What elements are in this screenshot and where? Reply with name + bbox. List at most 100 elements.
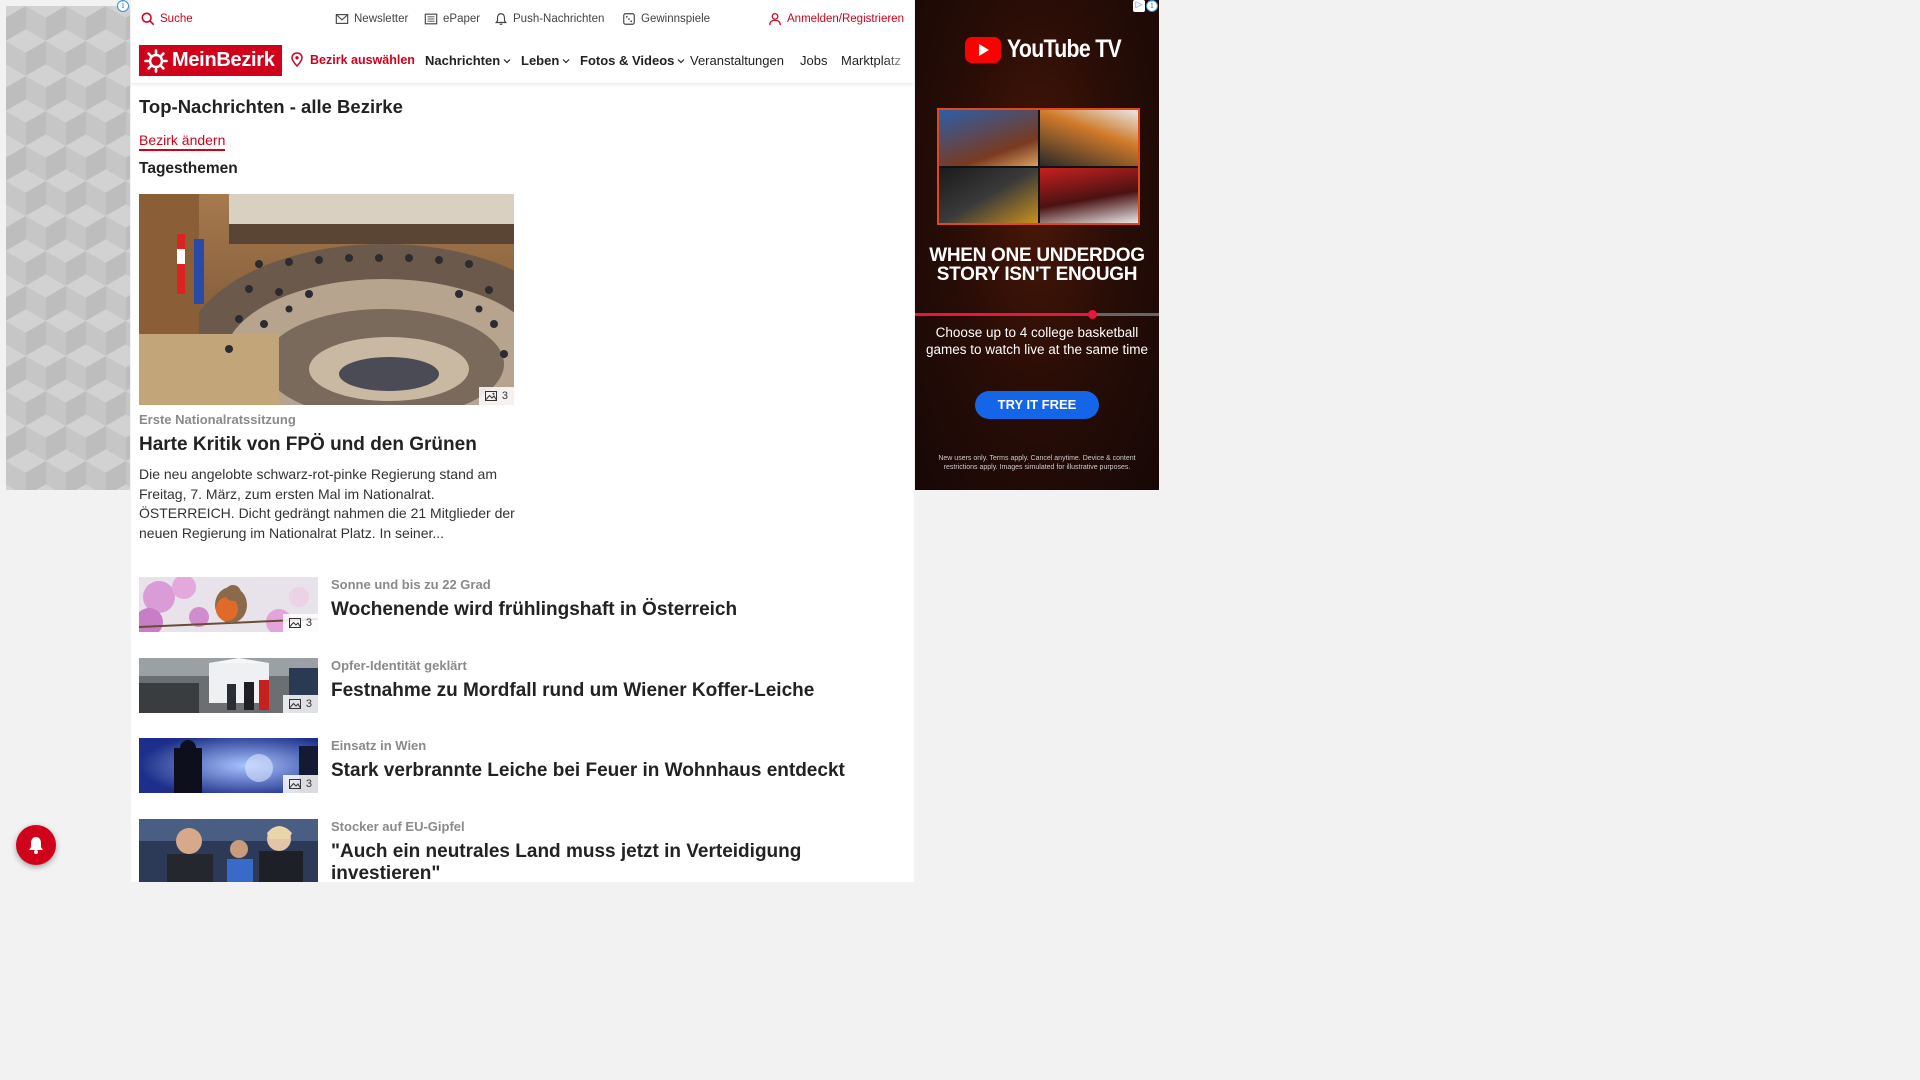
gallery-icon (288, 699, 301, 709)
image-count: 3 (305, 778, 312, 790)
logo-text: MeinBezirk (172, 49, 275, 71)
ad-fine-print: New users only. Terms apply. Cancel anyt… (938, 455, 1136, 471)
ad-game-image (939, 110, 1038, 166)
gewinnspiele-link[interactable]: Gewinnspiele (622, 12, 710, 26)
hero-kicker: Erste Nationalratssitzung (139, 412, 296, 427)
adchoices-icon[interactable]: ▷ (1133, 0, 1145, 12)
nav-veranstaltungen-label: Veranstaltungen (690, 53, 784, 68)
chevron-down-icon (503, 58, 511, 63)
nav-overflow-fade (884, 38, 914, 83)
article-headline[interactable]: Festnahme zu Mordfall rund um Wiener Kof… (331, 680, 814, 702)
ad-basketball-grid (937, 108, 1140, 225)
hero-article-image[interactable]: 3 (139, 194, 514, 405)
article-row[interactable]: 3 Sonne und bis zu 22 Grad Wochenende wi… (139, 577, 899, 633)
article-row[interactable]: 3 Opfer-Identität geklärt Festnahme zu M… (139, 658, 899, 714)
article-row[interactable]: Stocker auf EU-Gipfel "Auch ein neutrale… (139, 819, 899, 885)
page-title: Top-Nachrichten - alle Bezirke (139, 96, 403, 117)
logo-sun-icon (144, 48, 168, 73)
search-icon (141, 12, 155, 26)
try-it-free-button[interactable]: TRY IT FREE (975, 391, 1099, 419)
article-headline[interactable]: "Auch ein neutrales Land muss jetzt in V… (331, 841, 851, 885)
article-row[interactable]: 3 Einsatz in Wien Stark verbrannte Leich… (139, 738, 899, 794)
ad-progress-bar (915, 310, 1159, 319)
article-thumbnail: 3 (139, 658, 318, 713)
youtube-tv-logo: YouTube TV (965, 35, 1141, 64)
parliament-photo (139, 194, 514, 405)
newspaper-icon (424, 13, 438, 25)
dice-icon (623, 13, 635, 25)
image-count-badge: 3 (478, 387, 514, 405)
search-link[interactable]: Suche (141, 12, 193, 26)
youtube-tv-ad[interactable]: YouTube TV WHEN ONE UNDERDOG STORY ISN'T… (915, 0, 1159, 490)
chevron-down-icon (677, 58, 685, 63)
epaper-link[interactable]: ePaper (424, 12, 480, 26)
newsletter-link[interactable]: Newsletter (335, 12, 408, 26)
image-count: 3 (305, 617, 312, 629)
nav-veranstaltungen[interactable]: Veranstaltungen (690, 53, 784, 68)
gewinnspiele-label: Gewinnspiele (641, 13, 711, 25)
ad-progress-knob (1088, 310, 1097, 319)
ad-game-image (1039, 167, 1138, 223)
article-kicker: Opfer-Identität geklärt (331, 658, 467, 673)
newsletter-label: Newsletter (354, 13, 409, 25)
ad-info-icon[interactable]: i (117, 0, 129, 12)
image-count-badge: 3 (282, 775, 318, 793)
ad-progress-fill (915, 313, 1094, 316)
article-kicker: Stocker auf EU-Gipfel (331, 819, 465, 834)
top-utility-bar: Suche Newsletter ePaper Push-Nachrichten… (131, 0, 914, 38)
epaper-label: ePaper (443, 13, 481, 25)
eu-summit-photo (139, 819, 318, 882)
section-title: Tagesthemen (139, 160, 238, 177)
user-icon (769, 12, 781, 26)
nav-fotos-videos-label: Fotos & Videos (580, 53, 675, 68)
login-link[interactable]: Anmelden/Registrieren (768, 12, 904, 26)
select-district-button[interactable]: Bezirk auswählen (291, 52, 415, 67)
article-kicker: Sonne und bis zu 22 Grad (331, 577, 491, 592)
select-district-label: Bezirk auswählen (310, 52, 415, 67)
hero-teaser: Die neu angelobte schwarz-rot-pinke Regi… (139, 466, 515, 541)
nav-jobs-label: Jobs (800, 53, 828, 68)
push-label: Push-Nachrichten (513, 13, 605, 25)
hero-headline[interactable]: Harte Kritik von FPÖ und den Grünen (139, 434, 477, 456)
main-content: Suche Newsletter ePaper Push-Nachrichten… (131, 0, 914, 885)
ad-info-icon[interactable]: i (1146, 0, 1158, 12)
push-link[interactable]: Push-Nachrichten (494, 12, 604, 26)
search-label: Suche (160, 13, 193, 25)
article-thumbnail: 3 (139, 738, 318, 793)
nav-nachrichten-label: Nachrichten (425, 53, 501, 68)
nav-nachrichten[interactable]: Nachrichten (425, 53, 511, 68)
nav-jobs[interactable]: Jobs (800, 53, 827, 68)
ad-headline: WHEN ONE UNDERDOG STORY ISN'T ENOUGH (929, 245, 1145, 285)
image-count-badge: 3 (282, 614, 318, 632)
play-icon (965, 36, 1001, 63)
ad-game-image (1039, 110, 1138, 166)
push-notification-button[interactable] (16, 825, 56, 865)
chevron-down-icon (562, 58, 570, 63)
article-kicker: Einsatz in Wien (331, 738, 427, 753)
gallery-icon (288, 618, 301, 628)
ad-body: Choose up to 4 college basketball games … (925, 325, 1149, 357)
image-count-badge: 3 (282, 695, 318, 713)
mail-icon (335, 14, 349, 24)
article-headline[interactable]: Stark verbrannte Leiche bei Feuer in Woh… (331, 760, 845, 782)
ad-brand: YouTube TV (1007, 35, 1122, 63)
nav-fotos-videos[interactable]: Fotos & Videos (580, 53, 685, 68)
image-count: 3 (305, 698, 312, 710)
ad-game-image (939, 167, 1038, 223)
bell-icon (495, 13, 507, 25)
login-label: Anmelden/Registrieren (787, 13, 904, 25)
main-navigation: MeinBezirk Bezirk auswählen Nachrichten … (131, 38, 914, 83)
gallery-icon (288, 779, 301, 789)
change-district-link[interactable]: Bezirk ändern (139, 132, 226, 151)
nav-leben-label: Leben (521, 53, 560, 68)
bell-icon (29, 837, 43, 854)
article-thumbnail (139, 819, 318, 882)
article-thumbnail: 3 (139, 577, 318, 632)
meinbezirk-logo[interactable]: MeinBezirk (139, 45, 282, 76)
location-pin-icon (291, 52, 303, 67)
gallery-icon (484, 391, 497, 401)
article-headline[interactable]: Wochenende wird frühlingshaft in Österre… (331, 599, 737, 621)
image-count: 3 (501, 390, 508, 402)
left-skyscraper-ad[interactable] (6, 6, 130, 490)
nav-leben[interactable]: Leben (521, 53, 570, 68)
